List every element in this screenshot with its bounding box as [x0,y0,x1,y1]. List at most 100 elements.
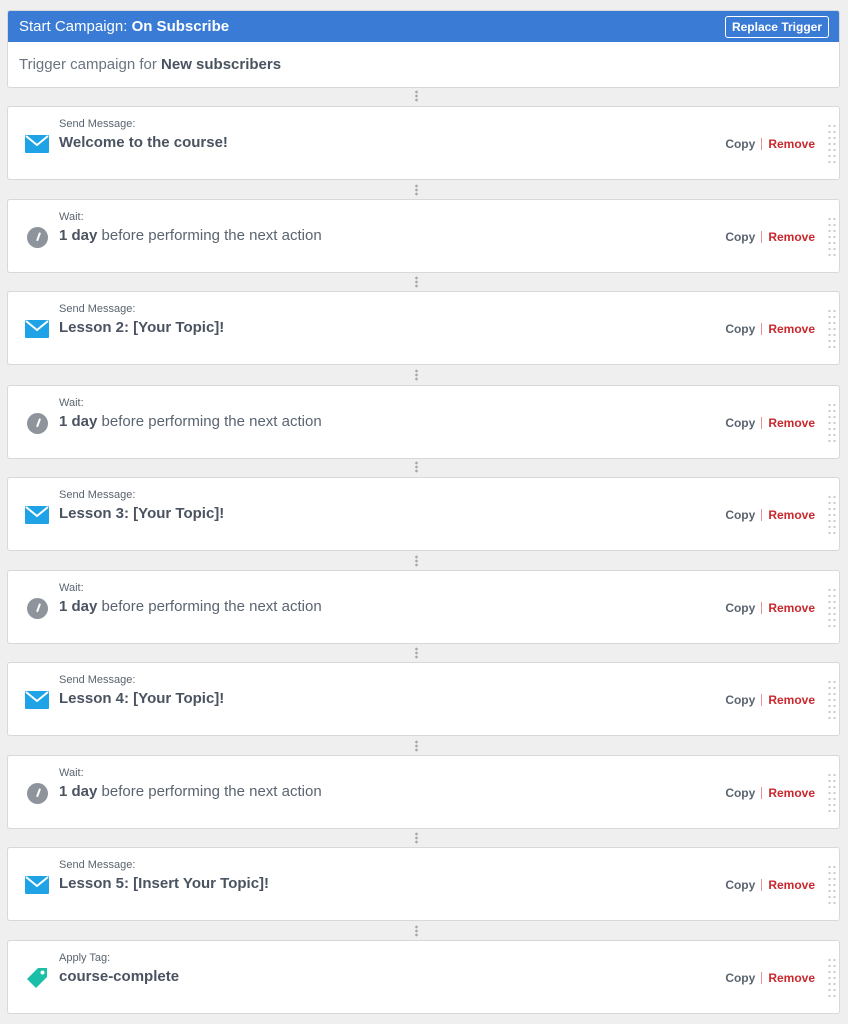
copy-button[interactable]: Copy [725,416,755,430]
trigger-heading: Start Campaign: On Subscribe [19,18,229,35]
replace-trigger-button[interactable]: Replace Trigger [724,15,829,38]
step-actions: Copy Remove [725,971,815,985]
step-card-message[interactable]: Send Message: Welcome to the course! Copy R… [7,106,840,180]
envelope-icon [25,318,49,340]
drag-handle[interactable] [827,587,837,629]
action-separator [761,323,763,335]
copy-button[interactable]: Copy [725,137,755,151]
step-connector [414,647,419,659]
action-separator [761,787,763,799]
envelope-icon [25,689,49,711]
action-separator [761,602,763,614]
wait-description: before performing the next action [101,783,322,800]
drag-handle[interactable] [827,216,837,258]
drag-handle[interactable] [827,864,837,906]
step-title-text: Lesson 3: [Your Topic]! [59,505,225,522]
step-card-tag[interactable]: Apply Tag: course-complete Copy Remove [7,940,840,1014]
remove-button[interactable]: Remove [768,601,815,615]
wait-description: before performing the next action [101,413,322,430]
wait-amount: 1 day [59,783,98,800]
step-actions: Copy Remove [725,416,815,430]
step-connector [414,369,419,381]
step-kind-label: Wait: [59,767,84,779]
clock-icon [25,782,49,804]
drag-handle[interactable] [827,308,837,350]
copy-button[interactable]: Copy [725,322,755,336]
step-title: 1 day before performing the next action [59,598,322,615]
step-connector [414,184,419,196]
wait-amount: 1 day [59,598,98,615]
clock-icon [25,412,49,434]
trigger-card: Start Campaign: On Subscribe Replace Tri… [7,10,840,88]
step-card-message[interactable]: Send Message: Lesson 4: [Your Topic]! Copy… [7,662,840,736]
action-separator [761,417,763,429]
step-connector [414,90,419,102]
copy-button[interactable]: Copy [725,693,755,707]
trigger-prefix: Start Campaign: [19,18,128,35]
drag-handle[interactable] [827,123,837,165]
copy-button[interactable]: Copy [725,878,755,892]
copy-button[interactable]: Copy [725,971,755,985]
wait-amount: 1 day [59,227,98,244]
remove-button[interactable]: Remove [768,878,815,892]
wait-description: before performing the next action [101,598,322,615]
step-card-message[interactable]: Send Message: Lesson 3: [Your Topic]! Copy… [7,477,840,551]
remove-button[interactable]: Remove [768,693,815,707]
envelope-icon [25,504,49,526]
step-actions: Copy Remove [725,508,815,522]
remove-button[interactable]: Remove [768,508,815,522]
step-card-message[interactable]: Send Message: Lesson 2: [Your Topic]! Copy… [7,291,840,365]
step-title: Lesson 4: [Your Topic]! [59,690,224,707]
step-actions: Copy Remove [725,786,815,800]
step-title: Lesson 5: [Insert Your Topic]! [59,875,269,892]
step-card-wait[interactable]: Wait: 1 day before performing the next ac… [7,755,840,829]
step-connector [414,740,419,752]
clock-icon [25,226,49,248]
step-card-wait[interactable]: Wait: 1 day before performing the next ac… [7,385,840,459]
action-separator [761,972,763,984]
copy-button[interactable]: Copy [725,508,755,522]
step-title-text: course-complete [59,968,180,985]
drag-handle[interactable] [827,494,837,536]
step-card-wait[interactable]: Wait: 1 day before performing the next ac… [7,570,840,644]
step-title: 1 day before performing the next action [59,783,322,800]
step-connector [414,276,419,288]
copy-button[interactable]: Copy [725,786,755,800]
trigger-header: Start Campaign: On Subscribe Replace Tri… [8,11,839,42]
step-title-text: Lesson 5: [Insert Your Topic]! [59,875,270,892]
step-card-message[interactable]: Send Message: Lesson 5: [Insert Your Topi… [7,847,840,921]
trigger-target: New subscribers [161,56,282,73]
step-card-wait[interactable]: Wait: 1 day before performing the next ac… [7,199,840,273]
step-kind-label: Send Message: [59,489,136,501]
remove-button[interactable]: Remove [768,230,815,244]
step-actions: Copy Remove [725,322,815,336]
remove-button[interactable]: Remove [768,416,815,430]
copy-button[interactable]: Copy [725,230,755,244]
step-connector [414,832,419,844]
remove-button[interactable]: Remove [768,322,815,336]
envelope-icon [25,133,49,155]
copy-button[interactable]: Copy [725,601,755,615]
envelope-icon [25,874,49,896]
step-actions: Copy Remove [725,878,815,892]
step-title: Lesson 2: [Your Topic]! [59,319,224,336]
wait-description: before performing the next action [101,227,322,244]
step-title: course-complete [59,968,179,985]
step-actions: Copy Remove [725,601,815,615]
remove-button[interactable]: Remove [768,137,815,151]
drag-handle[interactable] [827,402,837,444]
trigger-body-prefix: Trigger campaign for [19,56,157,73]
step-kind-label: Wait: [59,211,84,223]
step-title: Lesson 3: [Your Topic]! [59,505,224,522]
step-title: 1 day before performing the next action [59,413,322,430]
step-actions: Copy Remove [725,230,815,244]
step-title: 1 day before performing the next action [59,227,322,244]
step-title: Welcome to the course! [59,134,228,151]
remove-button[interactable]: Remove [768,971,815,985]
step-title-text: Lesson 2: [Your Topic]! [59,319,225,336]
action-separator [761,694,763,706]
drag-handle[interactable] [827,679,837,721]
drag-handle[interactable] [827,772,837,814]
drag-handle[interactable] [827,957,837,999]
remove-button[interactable]: Remove [768,786,815,800]
